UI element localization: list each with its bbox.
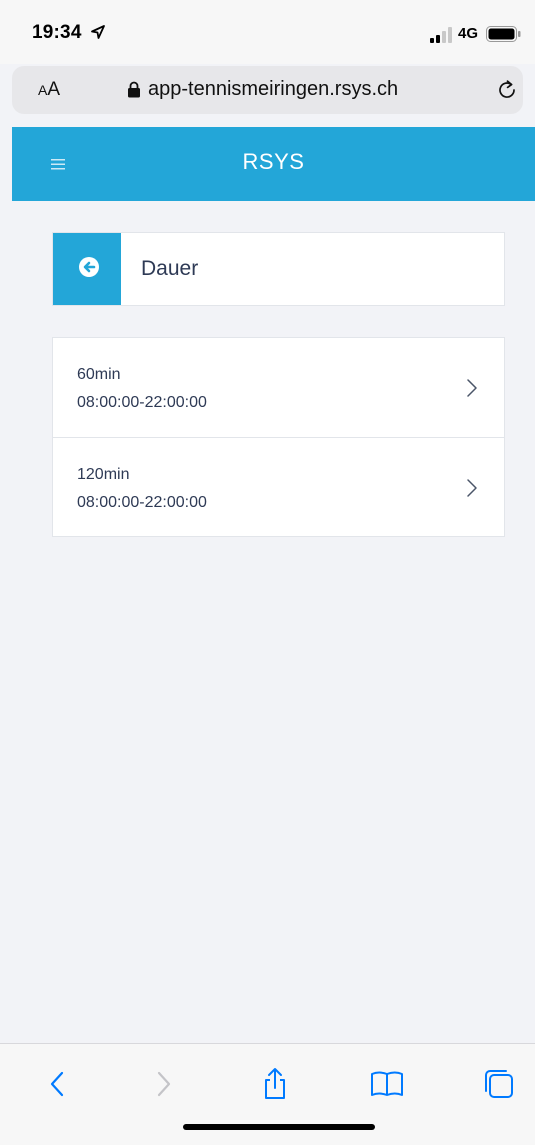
address-bar[interactable]: AA app-tennismeiringen.rsys.ch bbox=[12, 66, 523, 114]
back-icon[interactable] bbox=[38, 1064, 78, 1104]
url-text[interactable]: app-tennismeiringen.rsys.ch bbox=[148, 78, 398, 101]
lock-icon bbox=[128, 81, 140, 98]
page-title: Dauer bbox=[141, 257, 199, 280]
signal-icon bbox=[430, 27, 452, 43]
duration-label: 60min bbox=[77, 366, 121, 383]
text-size-button[interactable]: AA bbox=[38, 79, 60, 101]
forward-icon[interactable] bbox=[143, 1064, 183, 1104]
back-button[interactable] bbox=[53, 233, 121, 305]
chevron-right-icon bbox=[467, 479, 477, 497]
home-indicator bbox=[183, 1124, 375, 1130]
reload-icon[interactable] bbox=[496, 78, 520, 102]
bookmarks-icon[interactable] bbox=[367, 1064, 407, 1104]
app-title: RSYS bbox=[242, 149, 305, 174]
time-range-label: 08:00:00-22:00:00 bbox=[77, 494, 207, 511]
list-item[interactable]: 120min 08:00:00-22:00:00 bbox=[53, 437, 504, 536]
location-arrow-icon bbox=[91, 25, 105, 39]
chevron-right-icon bbox=[467, 379, 477, 397]
duration-list: 60min 08:00:00-22:00:00 120min 08:00:00-… bbox=[52, 337, 505, 537]
status-time: 19:34 bbox=[32, 22, 82, 43]
title-card: Dauer bbox=[52, 232, 505, 306]
time-range-label: 08:00:00-22:00:00 bbox=[77, 394, 207, 411]
arrow-left-circle-icon bbox=[79, 257, 99, 277]
duration-label: 120min bbox=[77, 466, 130, 483]
network-label: 4G bbox=[458, 25, 479, 42]
tabs-icon[interactable] bbox=[479, 1064, 519, 1104]
status-bar: 19:34 4G bbox=[0, 0, 535, 64]
list-item[interactable]: 60min 08:00:00-22:00:00 bbox=[53, 338, 504, 436]
share-icon[interactable] bbox=[255, 1064, 295, 1104]
battery-icon bbox=[486, 26, 521, 42]
app-header: RSYS bbox=[12, 127, 535, 201]
